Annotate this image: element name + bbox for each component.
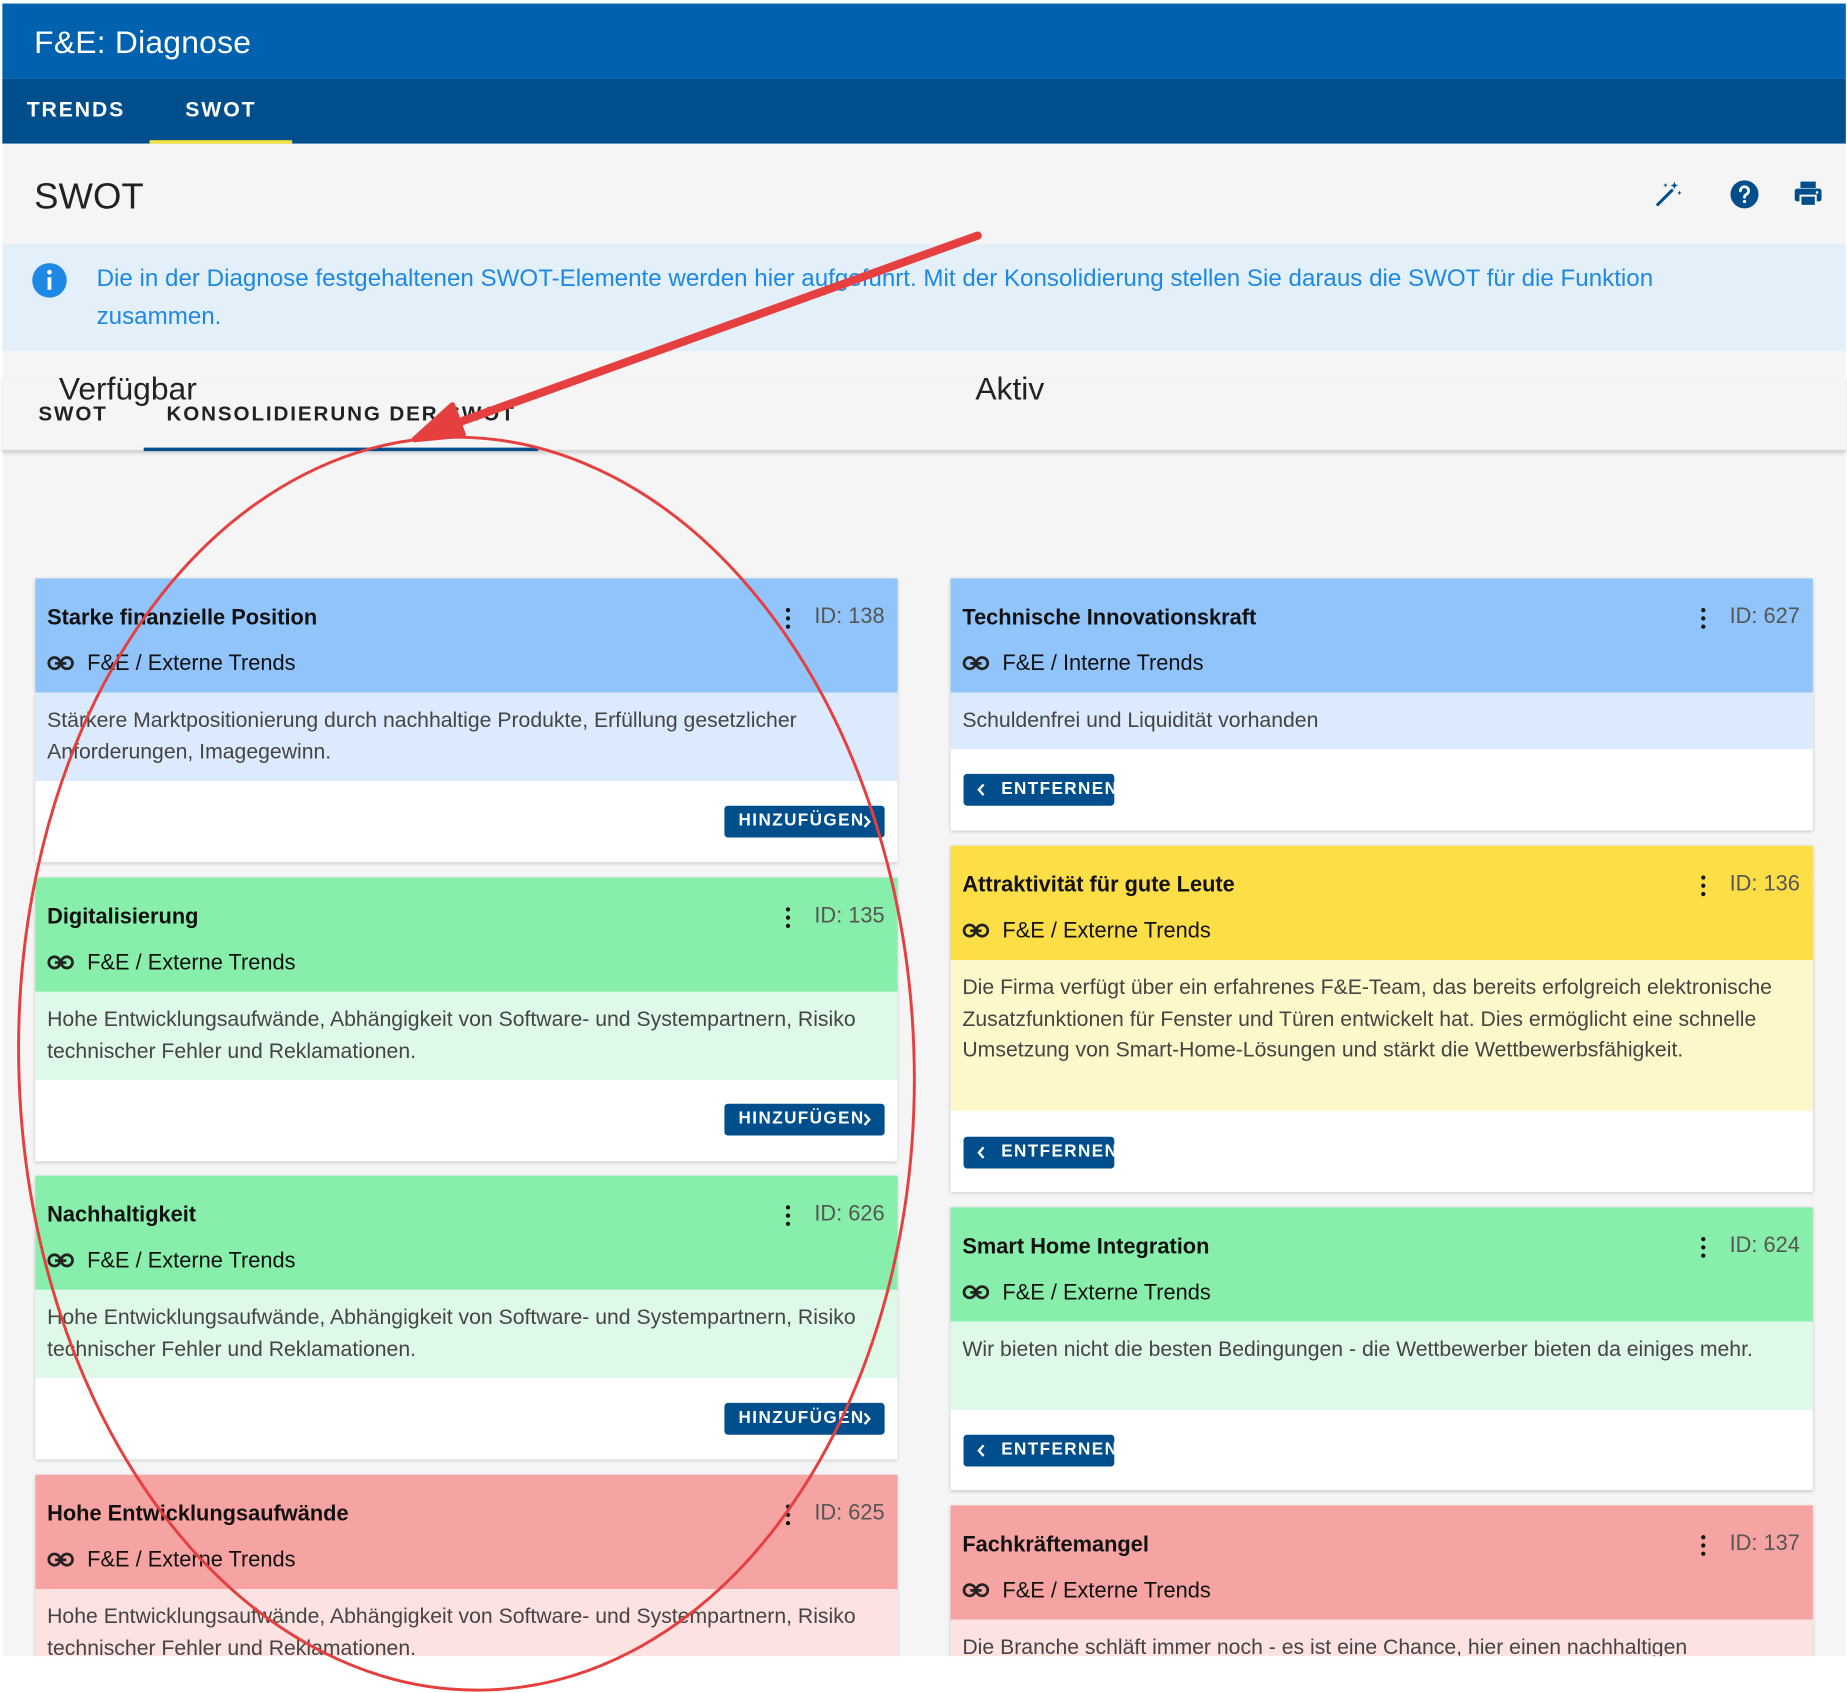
info-banner: Die in der Diagnose festgehaltenen SWOT-…	[2, 243, 1846, 352]
more-vert-icon[interactable]	[1699, 1534, 1708, 1558]
remove-button[interactable]: ENTFERNEN	[963, 1434, 1119, 1467]
link-icon	[962, 1285, 990, 1300]
link-icon	[47, 1552, 74, 1567]
chevron-left-icon	[977, 1146, 985, 1159]
add-button-label: HINZUFÜGEN	[738, 1408, 865, 1428]
screen: F&E: Diagnose TRENDS SWOT SWOT Die in de…	[0, 0, 1847, 1693]
add-button[interactable]: HINZUFÜGEN	[724, 1402, 885, 1435]
link-icon	[47, 1253, 74, 1268]
card-id: ID: 625	[814, 1499, 885, 1525]
more-vert-icon[interactable]	[1699, 607, 1708, 631]
app-bar: F&E: Diagnose	[2, 3, 1846, 79]
remove-button[interactable]: ENTFERNEN	[963, 773, 1119, 806]
link-icon	[962, 656, 990, 671]
more-vert-icon[interactable]	[783, 1204, 792, 1228]
top-nav: TRENDS SWOT	[2, 78, 1846, 144]
app-title: F&E: Diagnose	[34, 24, 252, 61]
swot-card-available-3: Nachhaltigkeit ID: 626 F&E / Externe Tre…	[35, 1175, 898, 1460]
swot-card-active-3: Smart Home Integration ID: 624 F&E / Ext…	[950, 1207, 1813, 1491]
card-source-link[interactable]: F&E / Externe Trends	[87, 1547, 295, 1573]
remove-button-label: ENTFERNEN	[1001, 1142, 1119, 1162]
add-button-label: HINZUFÜGEN	[738, 811, 865, 831]
add-button-label: HINZUFÜGEN	[738, 1109, 865, 1129]
swot-card-available-1: Starke finanzielle Position ID: 138 F&E …	[35, 578, 898, 863]
column-title-active: Aktiv	[975, 371, 1045, 407]
card-source-link[interactable]: F&E / Externe Trends	[1002, 918, 1210, 944]
card-header: Attraktivität für gute Leute ID: 136 F&E…	[950, 845, 1813, 961]
swot-card-available-2: Digitalisierung ID: 135 F&E / Externe Tr…	[35, 877, 898, 1162]
card-source-link[interactable]: F&E / Interne Trends	[1002, 650, 1203, 676]
add-button[interactable]: HINZUFÜGEN	[724, 1103, 885, 1136]
chevron-right-icon	[863, 815, 871, 828]
remove-button[interactable]: ENTFERNEN	[963, 1136, 1119, 1169]
card-header: Nachhaltigkeit ID: 626 F&E / Externe Tre…	[35, 1175, 898, 1290]
more-vert-icon[interactable]	[783, 1503, 792, 1527]
help-icon[interactable]	[1729, 179, 1760, 210]
card-id: ID: 624	[1729, 1232, 1800, 1257]
card-description: Schuldenfrei und Liquidität vorhanden	[950, 692, 1813, 750]
remove-button-label: ENTFERNEN	[1001, 1440, 1119, 1460]
add-button[interactable]: HINZUFÜGEN	[724, 805, 885, 838]
card-description: Wir bieten nicht die besten Bedingungen …	[950, 1321, 1813, 1410]
page-title: SWOT	[34, 175, 144, 217]
card-id: ID: 135	[814, 902, 885, 928]
card-header: Technische Innovationskraft ID: 627 F&E …	[950, 578, 1813, 693]
chevron-right-icon	[863, 1412, 871, 1425]
card-header: Starke finanzielle Position ID: 138 F&E …	[35, 578, 898, 693]
card-source-link[interactable]: F&E / Externe Trends	[1002, 1577, 1210, 1603]
card-id: ID: 136	[1729, 870, 1800, 896]
card-header: Fachkräftemangel ID: 137 F&E / Externe T…	[950, 1505, 1813, 1620]
card-description: Hohe Entwicklungsaufwände, Abhängigkeit …	[35, 991, 898, 1081]
card-id: ID: 626	[814, 1200, 885, 1226]
card-source-link[interactable]: F&E / Externe Trends	[1002, 1279, 1210, 1305]
card-title: Nachhaltigkeit	[47, 1201, 197, 1227]
info-text: Die in der Diagnose festgehaltenen SWOT-…	[96, 265, 1654, 330]
more-vert-icon[interactable]	[783, 607, 792, 631]
card-title: Digitalisierung	[47, 903, 199, 929]
swot-card-active-2: Attraktivität für gute Leute ID: 136 F&E…	[950, 845, 1813, 1193]
card-source-link[interactable]: F&E / Externe Trends	[87, 650, 295, 676]
column-title-available: Verfügbar	[58, 371, 197, 407]
chevron-left-icon	[977, 1444, 985, 1457]
card-description: Die Firma verfügt über ein erfahrenes F&…	[950, 960, 1813, 1111]
magic-wand-icon[interactable]	[1653, 179, 1684, 210]
link-icon	[962, 923, 990, 938]
card-description: Stärkere Marktpositionierung durch nachh…	[35, 692, 898, 781]
remove-button-label: ENTFERNEN	[1001, 779, 1119, 799]
more-vert-icon[interactable]	[1699, 874, 1708, 898]
nav-tab-swot[interactable]: SWOT	[149, 79, 293, 144]
link-icon	[47, 955, 74, 970]
card-source-link[interactable]: F&E / Externe Trends	[87, 1247, 295, 1273]
card-title: Smart Home Integration	[962, 1233, 1210, 1259]
card-id: ID: 138	[814, 603, 885, 628]
more-vert-icon[interactable]	[783, 906, 792, 930]
more-vert-icon[interactable]	[1699, 1236, 1708, 1260]
card-description: Hohe Entwicklungsaufwände, Abhängigkeit …	[35, 1289, 898, 1379]
card-header: Hohe Entwicklungsaufwände ID: 625 F&E / …	[35, 1474, 898, 1590]
card-title: Hohe Entwicklungsaufwände	[47, 1500, 349, 1526]
swot-card-active-1: Technische Innovationskraft ID: 627 F&E …	[950, 578, 1813, 831]
subtab-konsolidierung[interactable]: KONSOLIDIERUNG DER SWOT	[143, 377, 539, 452]
info-icon	[32, 263, 67, 298]
card-id: ID: 627	[1729, 603, 1800, 628]
chevron-right-icon	[863, 1113, 871, 1126]
link-icon	[47, 656, 74, 671]
card-title: Fachkräftemangel	[962, 1531, 1149, 1557]
card-source-link[interactable]: F&E / Externe Trends	[87, 949, 295, 975]
card-title: Attraktivität für gute Leute	[962, 871, 1235, 897]
card-header: Digitalisierung ID: 135 F&E / Externe Tr…	[35, 877, 898, 992]
card-header: Smart Home Integration ID: 624 F&E / Ext…	[950, 1207, 1813, 1322]
chevron-left-icon	[977, 783, 985, 796]
card-title: Starke finanzielle Position	[47, 604, 318, 630]
link-icon	[962, 1583, 990, 1598]
bottom-strip	[0, 1656, 1847, 1693]
print-icon[interactable]	[1793, 179, 1824, 210]
sub-tabs: SWOT KONSOLIDIERUNG DER SWOT	[2, 376, 1846, 452]
card-title: Technische Innovationskraft	[962, 604, 1257, 630]
card-id: ID: 137	[1729, 1530, 1800, 1555]
nav-tab-trends[interactable]: TRENDS	[2, 79, 149, 144]
